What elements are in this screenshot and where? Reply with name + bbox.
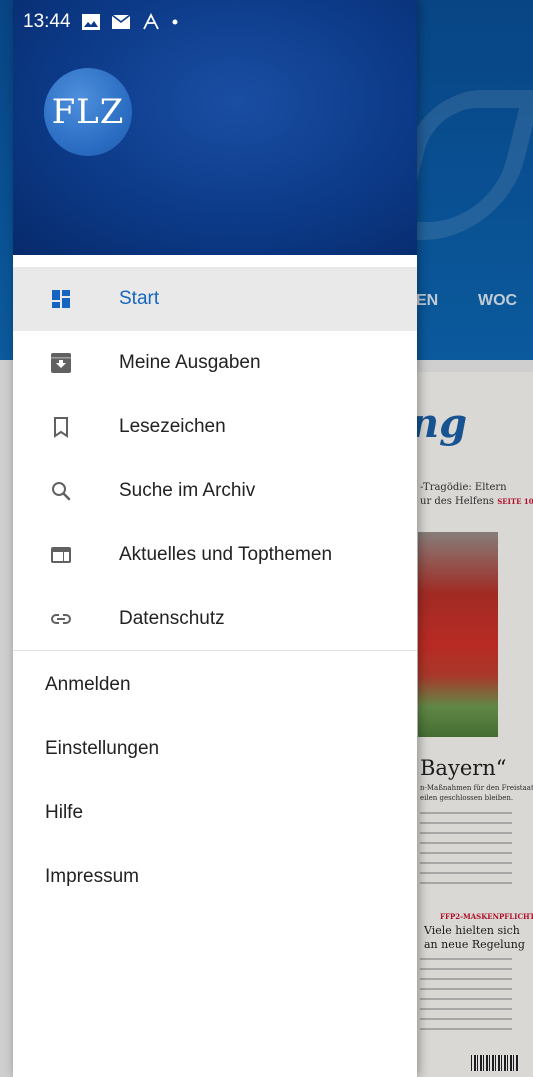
- secondary-menu: Anmelden Einstellungen Hilfe Impressum: [13, 653, 417, 909]
- menu-item-meine-ausgaben[interactable]: Meine Ausgaben: [13, 331, 417, 395]
- menu-item-datenschutz[interactable]: Datenschutz: [13, 587, 417, 651]
- font-icon: [141, 12, 161, 32]
- web-icon: [49, 543, 73, 567]
- archive-download-icon: [49, 351, 73, 375]
- status-bar: 13:44: [13, 6, 417, 38]
- logo-text: FLZ: [51, 92, 125, 132]
- navigation-drawer: FLZ Start Meine Ausgaben Lesezeichen Suc…: [13, 0, 417, 1077]
- link-icon: [49, 607, 73, 631]
- dot-icon: [171, 18, 179, 26]
- flz-logo: FLZ: [44, 68, 132, 156]
- menu-item-label: Datenschutz: [119, 608, 225, 629]
- menu-item-anmelden[interactable]: Anmelden: [13, 653, 417, 717]
- menu-item-start[interactable]: Start: [13, 267, 417, 331]
- mail-icon: [111, 14, 131, 30]
- menu-item-lesezeichen[interactable]: Lesezeichen: [13, 395, 417, 459]
- menu-item-label: Suche im Archiv: [119, 480, 256, 501]
- menu-divider: [13, 650, 417, 651]
- search-icon: [49, 479, 73, 503]
- drawer-header: FLZ: [13, 0, 417, 255]
- menu-item-label: Lesezeichen: [119, 416, 226, 437]
- menu-item-impressum[interactable]: Impressum: [13, 845, 417, 909]
- menu-item-suche-im-archiv[interactable]: Suche im Archiv: [13, 459, 417, 523]
- drawer-menu: Start Meine Ausgaben Lesezeichen Suche i…: [13, 267, 417, 651]
- menu-item-aktuelles[interactable]: Aktuelles und Topthemen: [13, 523, 417, 587]
- menu-item-label: Aktuelles und Topthemen: [119, 544, 333, 565]
- status-time: 13:44: [23, 11, 71, 32]
- dashboard-icon: [49, 287, 73, 311]
- bookmark-icon: [49, 415, 73, 439]
- menu-item-einstellungen[interactable]: Einstellungen: [13, 717, 417, 781]
- menu-item-hilfe[interactable]: Hilfe: [13, 781, 417, 845]
- menu-item-label: Meine Ausgaben: [119, 352, 261, 373]
- menu-item-label: Start: [119, 288, 160, 309]
- image-icon: [81, 13, 101, 31]
